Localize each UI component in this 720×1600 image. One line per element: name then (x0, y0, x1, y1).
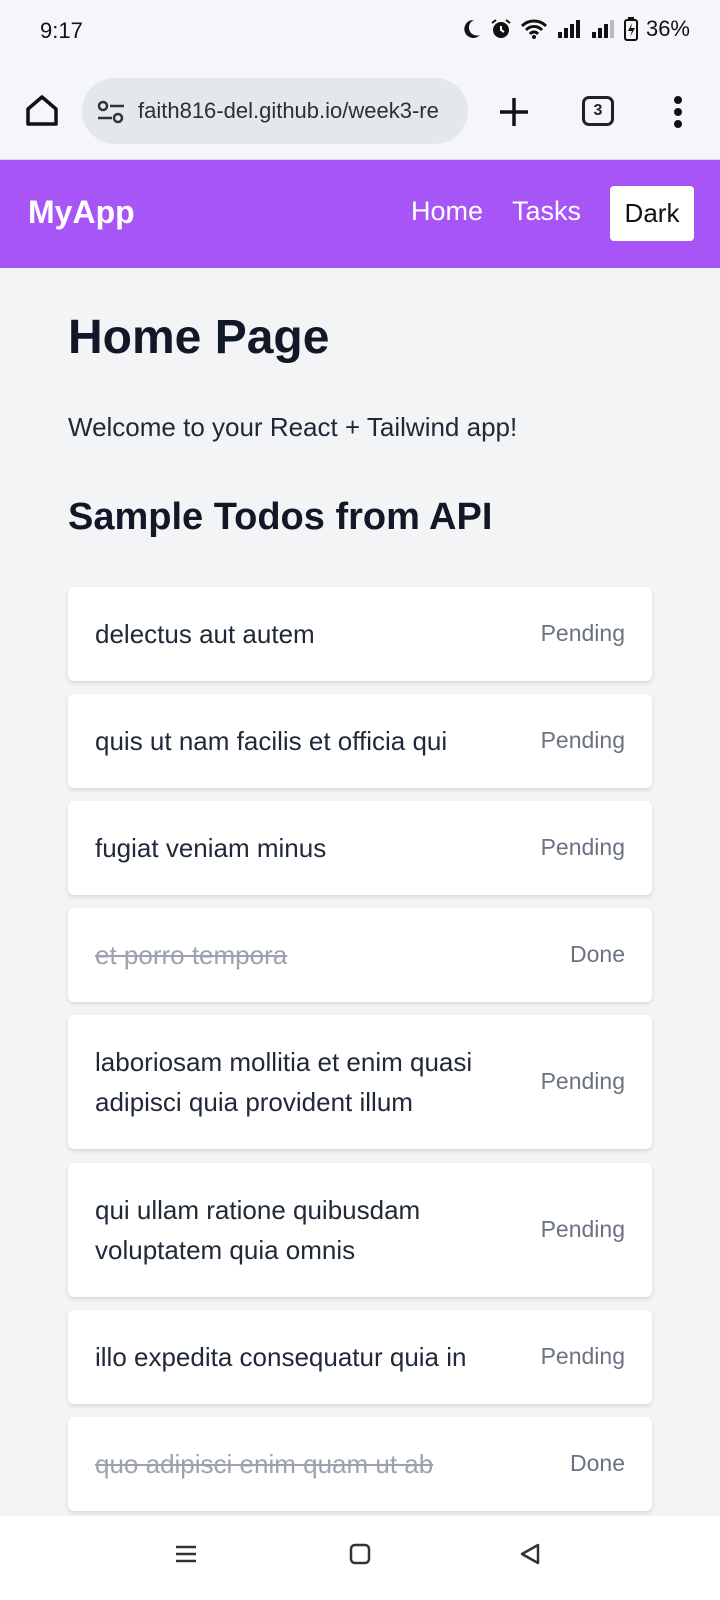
status-icons: 36% (460, 16, 690, 42)
todo-title: delectus aut autem (95, 619, 315, 649)
home-circle-icon[interactable] (348, 1542, 372, 1566)
todo-item[interactable]: qui ullam ratione quibusdam voluptatem q… (68, 1163, 652, 1297)
signal-icon (591, 20, 614, 38)
section-title: Sample Todos from API (68, 496, 493, 538)
tabs-icon[interactable]: 3 (582, 96, 614, 126)
todo-status: Pending (540, 727, 625, 753)
url-text[interactable]: faith816-del.github.io/week3-re (138, 98, 454, 124)
plus-icon[interactable] (494, 92, 534, 132)
todo-title: qui ullam ratione quibusdam voluptatem q… (95, 1195, 421, 1265)
wifi-icon (520, 19, 548, 39)
todo-title: et porro tempora (95, 940, 288, 970)
battery-icon (623, 17, 638, 41)
todo-status: Pending (540, 1216, 625, 1242)
browser-toolbar: faith816-del.github.io/week3-re 3 (0, 64, 720, 160)
nav-link-tasks[interactable]: Tasks (512, 196, 581, 227)
page-title: Home Page (68, 311, 330, 364)
app-navbar: MyApp Home Tasks Dark (0, 160, 720, 268)
todo-status: Pending (540, 620, 625, 646)
signal-icon (557, 20, 580, 38)
tune-icon[interactable] (96, 99, 126, 125)
todo-item[interactable]: delectus aut autem Pending (68, 587, 652, 681)
todo-status: Pending (540, 1068, 625, 1094)
todo-status: Done (570, 1450, 625, 1476)
alarm-icon (491, 19, 511, 38)
todo-item[interactable]: quo adipisci enim quam ut ab Done (68, 1417, 652, 1511)
status-bar: 9:17 36% (0, 0, 720, 64)
todo-status: Pending (540, 1343, 625, 1369)
nav-link-home[interactable]: Home (411, 196, 483, 227)
address-bar[interactable]: faith816-del.github.io/week3-re (82, 78, 468, 144)
tab-count: 3 (593, 102, 603, 119)
more-vert-icon[interactable] (668, 92, 688, 132)
todo-item[interactable]: quis ut nam facilis et officia qui Pendi… (68, 694, 652, 788)
system-nav-bar (0, 1516, 720, 1600)
brand-logo[interactable]: MyApp (28, 194, 135, 231)
recents-icon[interactable] (174, 1542, 198, 1566)
todo-status: Done (570, 941, 625, 967)
battery-percent: 36% (645, 16, 690, 41)
todo-item[interactable]: fugiat veniam minus Pending (68, 801, 652, 895)
welcome-text: Welcome to your React + Tailwind app! (68, 412, 518, 442)
todo-title: quo adipisci enim quam ut ab (95, 1449, 434, 1479)
todo-title: illo expedita consequatur quia in (95, 1342, 467, 1372)
todo-title: laboriosam mollitia et enim quasi adipis… (95, 1047, 473, 1117)
status-time: 9:17 (40, 18, 83, 43)
todo-title: quis ut nam facilis et officia qui (95, 726, 448, 756)
moon-icon (464, 19, 480, 38)
dark-mode-button[interactable]: Dark (610, 186, 694, 241)
todo-item[interactable]: et porro tempora Done (68, 908, 652, 1002)
todo-item[interactable]: illo expedita consequatur quia in Pendin… (68, 1310, 652, 1404)
todo-title: fugiat veniam minus (95, 833, 327, 863)
todo-status: Pending (540, 834, 625, 860)
back-icon[interactable] (518, 1542, 542, 1566)
todo-item[interactable]: laboriosam mollitia et enim quasi adipis… (68, 1015, 652, 1149)
home-icon[interactable] (22, 90, 62, 130)
